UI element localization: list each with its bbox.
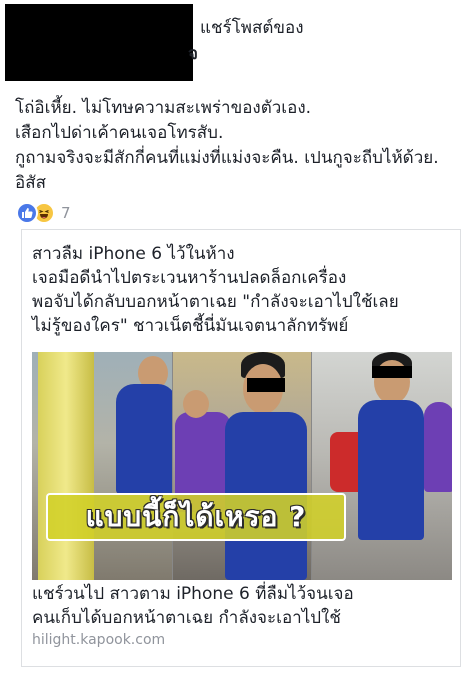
link-domain: hilight.kapook.com xyxy=(32,632,166,648)
post-message-line: เสือกไปด่าเค้าคนเจอโทรสับ. xyxy=(15,123,224,143)
page-name-fragment[interactable]: จ xyxy=(188,40,198,67)
redacted-profile-area xyxy=(5,4,193,81)
link-post-text-line: ไม่รู้ของใคร" ชาวเน็ตชี้นี่มันเจตนาลักทร… xyxy=(32,316,349,336)
link-preview-card[interactable]: สาวลืม iPhone 6 ไว้ในห้าง เจอมือดีนำไปตร… xyxy=(21,229,461,667)
like-icon xyxy=(16,202,38,224)
photo-panel-2 xyxy=(173,352,311,580)
post-message: โถ่อิเหี้ย. ไม่โทษความสะเพร่าของตัวเอง. … xyxy=(15,96,465,196)
blue-shirt xyxy=(358,400,424,540)
photo-panel-1 xyxy=(32,352,172,580)
link-preview-image[interactable]: แบบนี้ก็ได้เหรอ ? xyxy=(32,352,452,580)
person-head xyxy=(183,390,209,418)
image-overlay-caption: แบบนี้ก็ได้เหรอ ? xyxy=(46,493,346,541)
link-post-text: สาวลืม iPhone 6 ไว้ในห้าง เจอมือดีนำไปตร… xyxy=(32,242,452,338)
eye-censor-bar xyxy=(372,366,412,378)
link-headline[interactable]: แชร์วนไป สาวตาม iPhone 6 ที่ลืมไว้จนเจอ … xyxy=(32,582,452,630)
post-message-line: กูถามจริงจะมีสักกี่คนที่แม่งที่แม่งจะคืน… xyxy=(15,148,439,168)
yellow-pillar xyxy=(38,352,94,580)
link-headline-line: แชร์วนไป สาวตาม iPhone 6 ที่ลืมไว้จนเจอ xyxy=(32,584,354,604)
post-message-line: โถ่อิเหี้ย. ไม่โทษความสะเพร่าของตัวเอง. xyxy=(15,98,312,118)
link-post-text-line: เจอมือดีนำไปตระเวนหาร้านปลดล็อกเครื่อง xyxy=(32,268,347,288)
eye-censor-bar xyxy=(247,378,285,392)
shared-post-label: แชร์โพสต์ของ xyxy=(200,18,304,38)
link-post-text-line: สาวลืม iPhone 6 ไว้ในห้าง xyxy=(32,244,235,264)
reaction-count: 7 xyxy=(61,204,71,222)
blue-shirt xyxy=(116,384,172,494)
shared-post: แชร์โพสต์ของ จ โถ่อิเหี้ย. ไม่โทษความสะเ… xyxy=(0,0,473,683)
post-message-line: อิสัส xyxy=(15,173,46,193)
image-overlay-caption-text: แบบนี้ก็ได้เหรอ ? xyxy=(85,500,307,533)
photo-panel-3 xyxy=(312,352,452,580)
purple-shirt xyxy=(424,402,452,492)
link-headline-line: คนเก็บได้บอกหน้าตาเฉย กำลังจะเอาไปใช้ xyxy=(32,608,341,628)
reaction-summary[interactable]: 7 xyxy=(16,200,71,226)
link-post-text-line: พอจับได้กลับบอกหน้าตาเฉย "กำลังจะเอาไปใช… xyxy=(32,292,399,312)
